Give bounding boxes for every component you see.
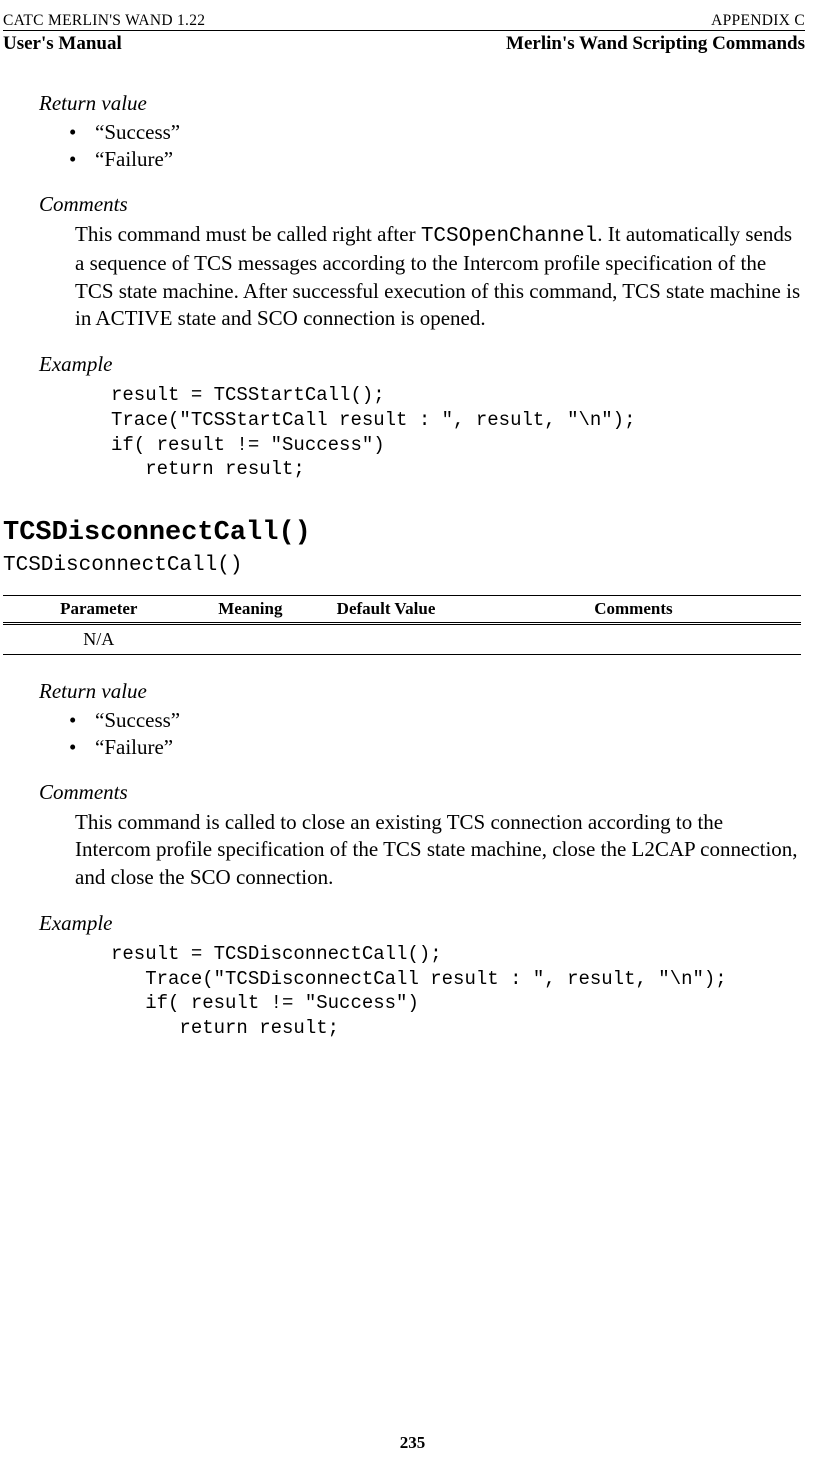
table-row: N/A <box>3 623 801 654</box>
parameter-table: Parameter Meaning Default Value Comments… <box>3 595 801 655</box>
code-example-1: result = TCSStartCall(); Trace("TCSStart… <box>111 383 801 482</box>
page: CATC MERLIN'S WAND 1.22 APPENDIX C User'… <box>0 0 825 1465</box>
header-right-appendix: APPENDIX C <box>711 12 805 30</box>
function-title: TCSDisconnectCall() <box>3 518 801 548</box>
page-number: 235 <box>0 1433 825 1453</box>
list-item: “Success” <box>95 708 180 732</box>
list-item: “Failure” <box>95 735 173 759</box>
comments-text-2: This command is called to close an exist… <box>75 809 801 891</box>
header-left-product: CATC MERLIN'S WAND 1.22 <box>3 12 205 30</box>
return-value-list-2: •“Success” •“Failure” <box>69 708 801 760</box>
return-value-list-1: •“Success” •“Failure” <box>69 120 801 172</box>
subheader-right: Merlin's Wand Scripting Commands <box>506 33 805 55</box>
running-subheader: User's Manual Merlin's Wand Scripting Co… <box>3 33 805 55</box>
comments-text-1: This command must be called right after … <box>75 221 801 332</box>
cell-comments <box>466 623 801 654</box>
th-comments: Comments <box>466 595 801 623</box>
return-value-heading-2: Return value <box>39 679 801 704</box>
cell-default <box>306 623 466 654</box>
list-item: “Failure” <box>95 147 173 171</box>
content-body: Return value •“Success” •“Failure” Comme… <box>3 91 805 1041</box>
th-default: Default Value <box>306 595 466 623</box>
th-parameter: Parameter <box>3 595 195 623</box>
comments-heading-1: Comments <box>39 192 801 217</box>
code-example-2: result = TCSDisconnectCall(); Trace("TCS… <box>111 942 801 1041</box>
return-value-heading-1: Return value <box>39 91 801 116</box>
function-syntax: TCSDisconnectCall() <box>3 554 801 577</box>
example-heading-1: Example <box>39 352 801 377</box>
cell-meaning <box>195 623 307 654</box>
list-item: “Success” <box>95 120 180 144</box>
subheader-left: User's Manual <box>3 33 122 55</box>
cell-parameter: N/A <box>3 623 195 654</box>
comments-heading-2: Comments <box>39 780 801 805</box>
th-meaning: Meaning <box>195 595 307 623</box>
running-header: CATC MERLIN'S WAND 1.22 APPENDIX C <box>3 12 805 31</box>
example-heading-2: Example <box>39 911 801 936</box>
inline-code: TCSOpenChannel <box>421 225 597 248</box>
